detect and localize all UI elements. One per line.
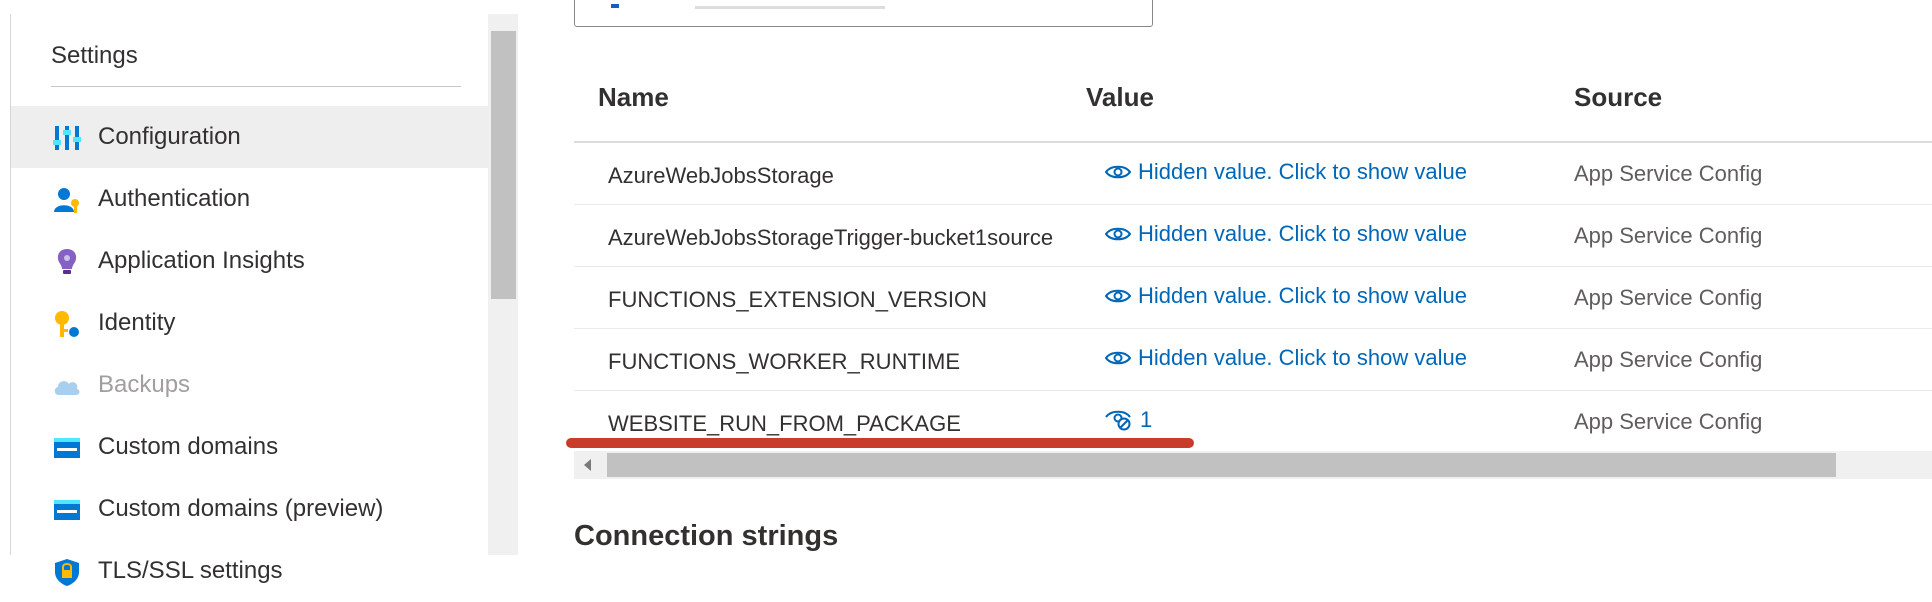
table-row[interactable]: AzureWebJobsStorageTrigger-bucket1source…: [574, 205, 1932, 267]
sidebar-item-application-insights[interactable]: Application Insights: [11, 230, 488, 292]
column-header-source[interactable]: Source: [1574, 82, 1662, 113]
sidebar-scrollbar-thumb[interactable]: [491, 31, 516, 299]
tls-ssl-icon: [52, 557, 82, 587]
sidebar-item-label: TLS/SSL settings: [98, 557, 283, 584]
show-value-link[interactable]: Hidden value. Click to show value: [1105, 221, 1467, 247]
setting-source: App Service Config: [1574, 223, 1763, 248]
filter-icon: [611, 4, 619, 8]
table-row[interactable]: FUNCTIONS_WORKER_RUNTIME Hidden value. C…: [574, 329, 1932, 391]
red-underline-annotation: [566, 438, 1194, 448]
settings-divider: [51, 86, 461, 87]
eye-icon: [1105, 227, 1131, 241]
sidebar-item-label: Custom domains (preview): [98, 495, 384, 522]
sidebar-item-tls-ssl[interactable]: TLS/SSL settings: [11, 540, 488, 602]
show-value-link[interactable]: Hidden value. Click to show value: [1105, 283, 1467, 309]
column-header-name[interactable]: Name: [598, 82, 669, 113]
backups-icon: [52, 371, 82, 401]
show-value-link[interactable]: Hidden value. Click to show value: [1105, 345, 1467, 371]
eye-icon: [1105, 351, 1131, 365]
setting-name: AzureWebJobsStorage: [608, 163, 834, 188]
sidebar-item-backups[interactable]: Backups: [11, 354, 488, 416]
setting-source: App Service Config: [1574, 347, 1763, 372]
filter-placeholder-fragment: [695, 6, 885, 9]
table-row[interactable]: FUNCTIONS_EXTENSION_VERSION Hidden value…: [574, 267, 1932, 329]
show-value-text: Hidden value. Click to show value: [1138, 283, 1467, 308]
column-header-value[interactable]: Value: [1086, 82, 1154, 113]
setting-name: FUNCTIONS_EXTENSION_VERSION: [608, 287, 987, 312]
application-insights-icon: [52, 247, 82, 277]
settings-sidebar: Settings Configuration Authentication Ap…: [11, 14, 488, 586]
sidebar-item-configuration[interactable]: Configuration: [11, 106, 488, 168]
sidebar-item-custom-domains[interactable]: Custom domains: [11, 416, 488, 478]
sidebar-item-label: Configuration: [98, 123, 241, 150]
connection-strings-heading: Connection strings: [574, 520, 839, 552]
configuration-icon: [52, 123, 82, 153]
show-value-text: Hidden value. Click to show value: [1138, 221, 1467, 246]
setting-name: WEBSITE_RUN_FROM_PACKAGE: [608, 411, 961, 436]
sidebar-item-label: Authentication: [98, 185, 251, 212]
show-value-link[interactable]: Hidden value. Click to show value: [1105, 159, 1467, 185]
table-row[interactable]: AzureWebJobsStorage Hidden value. Click …: [574, 143, 1932, 205]
setting-source: App Service Config: [1574, 161, 1763, 186]
authentication-icon: [52, 185, 82, 215]
sidebar-item-label: Application Insights: [98, 247, 305, 274]
eye-hide-icon: [1105, 410, 1131, 431]
setting-name: FUNCTIONS_WORKER_RUNTIME: [608, 349, 961, 374]
settings-heading: Settings: [51, 42, 138, 69]
custom-domains-icon: [52, 433, 82, 463]
setting-source: App Service Config: [1574, 285, 1763, 310]
sidebar-item-label: Identity: [98, 309, 176, 336]
filter-input[interactable]: [574, 0, 1153, 27]
eye-icon: [1105, 289, 1131, 303]
custom-domains-preview-icon: [52, 495, 82, 525]
setting-source: App Service Config: [1574, 409, 1763, 434]
sidebar-item-authentication[interactable]: Authentication: [11, 168, 488, 230]
show-value-text: Hidden value. Click to show value: [1138, 345, 1467, 370]
hide-value-link[interactable]: 1: [1105, 407, 1152, 433]
sidebar-item-label: Custom domains: [98, 433, 279, 460]
sidebar-item-identity[interactable]: Identity: [11, 292, 488, 354]
show-value-text: Hidden value. Click to show value: [1138, 159, 1467, 184]
setting-name: AzureWebJobsStorageTrigger-bucket1source: [608, 225, 1054, 250]
sidebar-item-custom-domains-preview[interactable]: Custom domains (preview): [11, 478, 488, 540]
scroll-left-arrow-icon[interactable]: [584, 459, 591, 471]
sidebar-item-label: Backups: [98, 371, 191, 398]
horizontal-scrollbar-thumb[interactable]: [607, 453, 1836, 477]
eye-icon: [1105, 165, 1131, 179]
table-horizontal-scrollbar[interactable]: [574, 451, 1932, 479]
identity-icon: [52, 309, 82, 339]
setting-value: 1: [1140, 407, 1153, 432]
